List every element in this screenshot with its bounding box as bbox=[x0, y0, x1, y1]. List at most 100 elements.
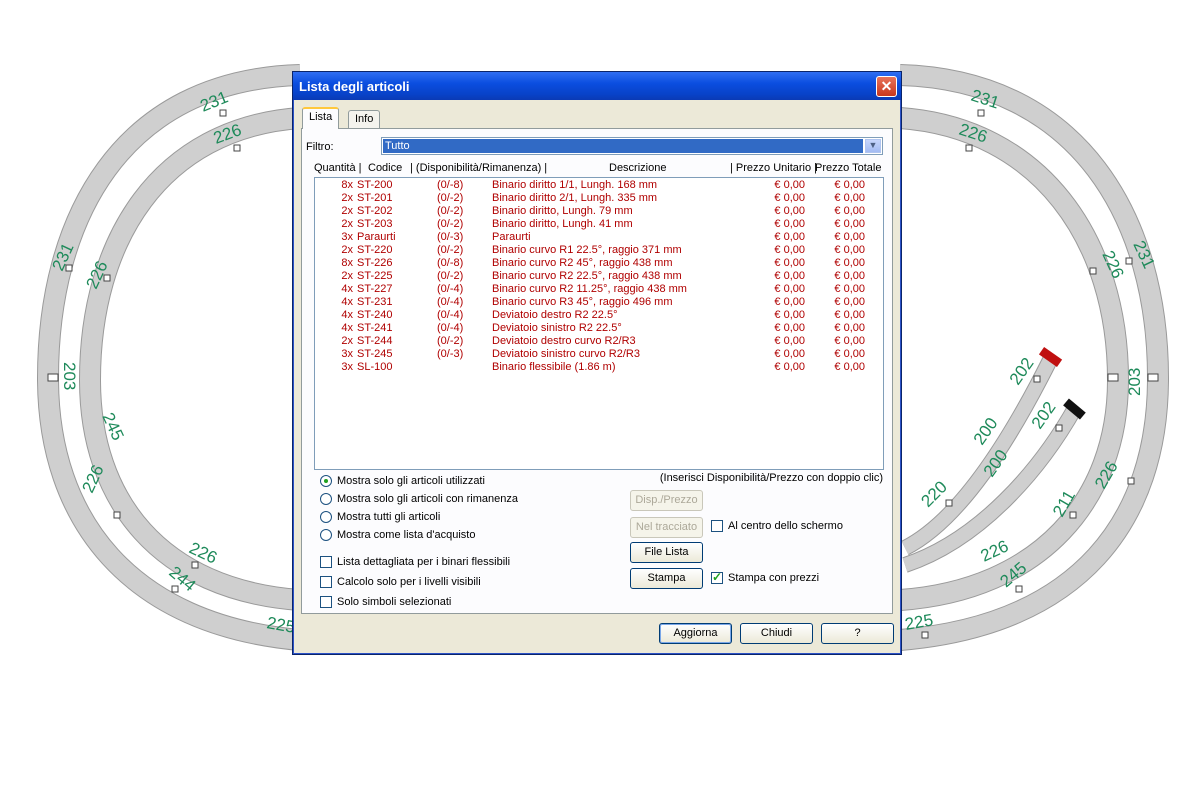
cell-availability: (0/-3) bbox=[437, 231, 464, 243]
list-item[interactable]: 8x ST-200 (0/-8) Binario diritto 1/1, Lungh… bbox=[315, 179, 883, 192]
cell-description: Binario curvo R2 22.5°, raggio 438 mm bbox=[492, 270, 682, 282]
radio-option-0[interactable] bbox=[320, 475, 332, 487]
option-checkbox-1[interactable] bbox=[320, 576, 332, 588]
cell-total-price: € 0,00 bbox=[834, 335, 865, 347]
tab-info[interactable]: Info bbox=[348, 110, 381, 129]
cell-unit-price: € 0,00 bbox=[774, 257, 805, 269]
filter-dropdown[interactable]: Tutto ▼ bbox=[381, 137, 883, 155]
cell-unit-price: € 0,00 bbox=[774, 205, 805, 217]
radio-option-label: Mostra solo gli articoli con rimanenza bbox=[337, 493, 518, 505]
option-checkbox-0[interactable] bbox=[320, 556, 332, 568]
cell-code: ST-240 bbox=[357, 309, 393, 321]
cell-description: Binario diritto 2/1, Lungh. 335 mm bbox=[492, 192, 658, 204]
close-button[interactable]: ✕ bbox=[876, 76, 897, 97]
file-lista-button[interactable]: File Lista bbox=[630, 542, 703, 563]
track-label: 203 bbox=[1125, 368, 1144, 396]
cell-description: Deviatoio destro R2 22.5° bbox=[492, 309, 618, 321]
aggiorna-button[interactable]: Aggiorna bbox=[659, 623, 732, 644]
option-checkbox-label: Lista dettagliata per i binari flessibil… bbox=[337, 556, 511, 568]
list-item[interactable]: 4x ST-231 (0/-4) Binario curvo R3 45°, ragg… bbox=[315, 296, 883, 309]
track-label: 203 bbox=[60, 362, 79, 390]
stampa-prezzi-checkbox[interactable] bbox=[711, 570, 723, 584]
cell-quantity: 2x bbox=[341, 218, 353, 230]
cell-description: Paraurti bbox=[492, 231, 531, 243]
track-inner-left[interactable] bbox=[78, 107, 301, 611]
dialog-titlebar[interactable]: Lista degli articoli ✕ bbox=[293, 72, 901, 100]
column-header-quantity[interactable]: Quantità | bbox=[314, 162, 362, 174]
radio-option-1[interactable] bbox=[320, 493, 332, 505]
radio-option-2[interactable] bbox=[320, 511, 332, 523]
column-header-availability[interactable]: | (Disponibilità/Rimanenza) | bbox=[410, 162, 547, 174]
list-item[interactable]: 4x ST-241 (0/-4) Deviatoio sinistro R2 22.5… bbox=[315, 322, 883, 335]
cell-unit-price: € 0,00 bbox=[774, 283, 805, 295]
radio-option-label: Mostra solo gli articoli utilizzati bbox=[337, 475, 485, 487]
track-label: 226 bbox=[957, 120, 990, 147]
cell-total-price: € 0,00 bbox=[834, 257, 865, 269]
stampa-prezzi-label: Stampa con prezzi bbox=[728, 572, 820, 584]
cell-description: Binario diritto, Lungh. 79 mm bbox=[492, 205, 633, 217]
cell-total-price: € 0,00 bbox=[834, 361, 865, 373]
cell-code: ST-225 bbox=[357, 270, 393, 282]
cell-availability: (0/-2) bbox=[437, 192, 464, 204]
list-item[interactable]: 3x Paraurti (0/-3) Paraurti € 0,00 € 0,00 bbox=[315, 231, 883, 244]
list-item[interactable]: 3x ST-245 (0/-3) Deviatoio sinistro curvo R… bbox=[315, 348, 883, 361]
cell-availability: (0/-2) bbox=[437, 205, 464, 217]
cell-total-price: € 0,00 bbox=[834, 205, 865, 217]
cell-total-price: € 0,00 bbox=[834, 348, 865, 360]
cell-quantity: 4x bbox=[341, 309, 353, 321]
cell-quantity: 8x bbox=[341, 257, 353, 269]
cell-total-price: € 0,00 bbox=[834, 296, 865, 308]
filter-selected-value: Tutto bbox=[383, 139, 863, 153]
cell-total-price: € 0,00 bbox=[834, 231, 865, 243]
list-item[interactable]: 8x ST-226 (0/-8) Binario curvo R2 45°, ragg… bbox=[315, 257, 883, 270]
list-item[interactable]: 2x ST-220 (0/-2) Binario curvo R1 22.5°, ra… bbox=[315, 244, 883, 257]
option-checkbox-label: Calcolo solo per i livelli visibili bbox=[337, 576, 481, 588]
list-item[interactable]: 3x SL-100 Binario flessibile (1.86 m) € 0,0… bbox=[315, 361, 883, 374]
list-item[interactable]: 4x ST-240 (0/-4) Deviatoio destro R2 22.5° €… bbox=[315, 309, 883, 322]
column-header-description[interactable]: Descrizione bbox=[609, 162, 666, 174]
cell-unit-price: € 0,00 bbox=[774, 192, 805, 204]
chevron-down-icon[interactable]: ▼ bbox=[865, 139, 881, 153]
cell-code: Paraurti bbox=[357, 231, 396, 243]
list-item[interactable]: 2x ST-225 (0/-2) Binario curvo R2 22.5°, ra… bbox=[315, 270, 883, 283]
cell-quantity: 4x bbox=[341, 296, 353, 308]
filter-label: Filtro: bbox=[306, 141, 334, 153]
list-item[interactable]: 2x ST-201 (0/-2) Binario diritto 2/1, Lungh… bbox=[315, 192, 883, 205]
cell-unit-price: € 0,00 bbox=[774, 309, 805, 321]
cell-availability: (0/-2) bbox=[437, 244, 464, 256]
cell-availability: (0/-2) bbox=[437, 218, 464, 230]
chiudi-button[interactable]: Chiudi bbox=[740, 623, 813, 644]
article-list[interactable]: 8x ST-200 (0/-8) Binario diritto 1/1, Lungh… bbox=[314, 177, 884, 470]
cell-availability: (0/-4) bbox=[437, 283, 464, 295]
cell-total-price: € 0,00 bbox=[834, 283, 865, 295]
cell-description: Binario curvo R2 11.25°, raggio 438 mm bbox=[492, 283, 687, 295]
column-header-code[interactable]: Codice bbox=[368, 162, 402, 174]
list-item[interactable]: 4x ST-227 (0/-4) Binario curvo R2 11.25°, r… bbox=[315, 283, 883, 296]
cell-quantity: 2x bbox=[341, 270, 353, 282]
option-checkbox-label: Solo simboli selezionati bbox=[337, 596, 452, 608]
cell-unit-price: € 0,00 bbox=[774, 231, 805, 243]
cell-total-price: € 0,00 bbox=[834, 270, 865, 282]
option-checkbox-2[interactable] bbox=[320, 596, 332, 608]
cell-quantity: 4x bbox=[341, 283, 353, 295]
help-button[interactable]: ? bbox=[821, 623, 894, 644]
cell-unit-price: € 0,00 bbox=[774, 361, 805, 373]
cell-availability: (0/-4) bbox=[437, 322, 464, 334]
list-item[interactable]: 2x ST-203 (0/-2) Binario diritto, Lungh. 41… bbox=[315, 218, 883, 231]
cell-code: ST-220 bbox=[357, 244, 393, 256]
nel-tracciato-button[interactable]: Nel tracciato bbox=[630, 517, 703, 538]
radio-option-3[interactable] bbox=[320, 529, 332, 541]
disp-prezzo-button[interactable]: Disp./Prezzo bbox=[630, 490, 703, 511]
al-centro-checkbox[interactable] bbox=[711, 520, 723, 532]
cell-quantity: 3x bbox=[341, 231, 353, 243]
radio-option-label: Mostra come lista d'acquisto bbox=[337, 529, 476, 541]
tab-lista[interactable]: Lista bbox=[302, 107, 340, 129]
column-header-total-price[interactable]: Prezzo Totale bbox=[815, 162, 881, 174]
column-header-unit-price[interactable]: | Prezzo Unitario | bbox=[730, 162, 817, 174]
radio-option-label: Mostra tutti gli articoli bbox=[337, 511, 441, 523]
list-item[interactable]: 2x ST-202 (0/-2) Binario diritto, Lungh. 79… bbox=[315, 205, 883, 218]
stampa-button[interactable]: Stampa bbox=[630, 568, 703, 589]
cell-code: ST-200 bbox=[357, 179, 393, 191]
al-centro-label: Al centro dello schermo bbox=[728, 520, 843, 532]
list-item[interactable]: 2x ST-244 (0/-2) Deviatoio destro curvo R2/… bbox=[315, 335, 883, 348]
